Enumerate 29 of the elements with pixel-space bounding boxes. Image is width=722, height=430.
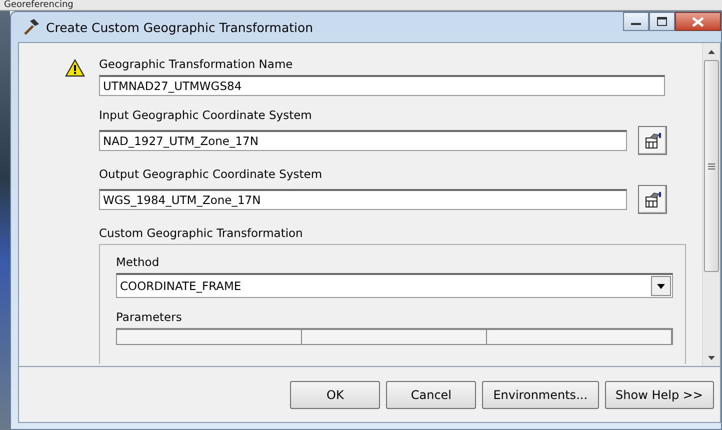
text-field[interactable]: WGS_1984_UTM_Zone_17N [99,189,627,210]
scroll-thumb[interactable] [704,60,719,272]
field-label: Geographic Transformation Name [99,57,294,71]
text-field[interactable]: NAD_1927_UTM_Zone_17N [99,130,627,151]
section-title: Custom Geographic Transformation [99,226,304,240]
field-label: Output Geographic Coordinate System [99,167,324,181]
toolbar-label: Georeferencing [4,0,74,10]
maximize-icon [657,17,667,26]
dialog-button[interactable]: Environments... [482,380,599,408]
dialog-button[interactable]: Show Help >> [604,380,714,408]
text-field[interactable]: UTMNAD27_UTMWGS84 [99,75,665,96]
field-label: Input Geographic Coordinate System [99,108,313,122]
parameters-label: Parameters [116,310,183,324]
browse-button[interactable] [638,126,667,155]
close-button[interactable] [675,12,721,31]
scrollbar[interactable] [702,43,720,366]
dialog-button[interactable]: OK [290,380,380,408]
table-pointer-icon [644,190,662,208]
table-pointer-icon [644,132,662,150]
browse-button[interactable] [638,185,667,214]
minimize-button[interactable] [623,12,649,31]
method-dropdown[interactable]: COORDINATE_FRAME [116,273,673,298]
dialog-button[interactable]: Cancel [386,380,476,408]
window-title: Create Custom Geographic Transformation [46,20,314,34]
dropdown-value: COORDINATE_FRAME [119,279,242,293]
method-label: Method [116,255,160,269]
close-icon [692,16,704,26]
hammer-icon [22,18,40,36]
maximize-button[interactable] [649,12,675,31]
